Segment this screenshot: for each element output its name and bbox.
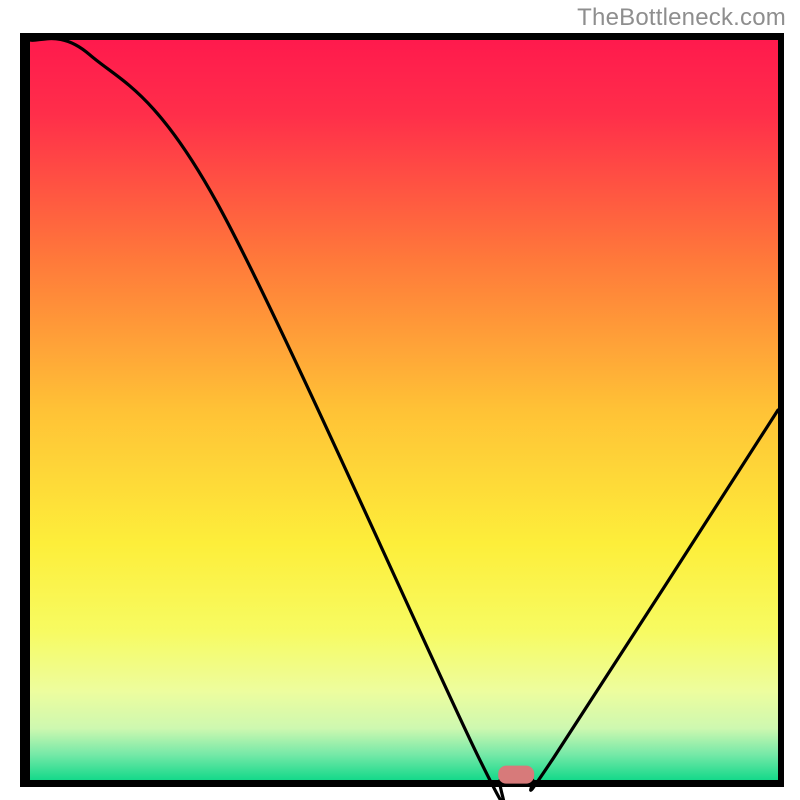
bottleneck-chart: [0, 0, 800, 800]
watermark-text: TheBottleneck.com: [577, 4, 786, 32]
chart-container: TheBottleneck.com: [0, 0, 800, 800]
optimal-marker: [498, 766, 534, 784]
plot-area: [30, 40, 778, 780]
